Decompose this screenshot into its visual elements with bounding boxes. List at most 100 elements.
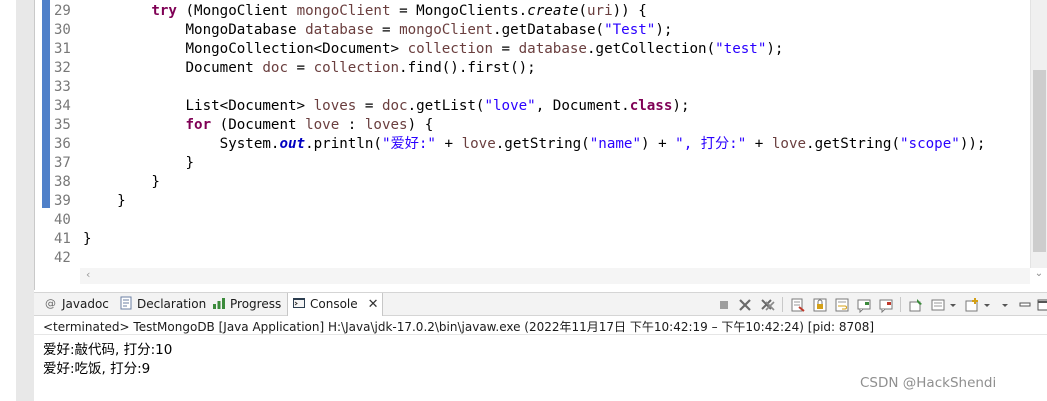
vertical-scroll-thumb[interactable]: [1033, 70, 1046, 252]
code-token: .getString(: [495, 136, 590, 152]
code-token: love: [305, 117, 340, 133]
code-token: mongoClient: [296, 3, 391, 19]
code-line[interactable]: List<Document> loves = doc.getList("love…: [83, 97, 689, 116]
code-token: for: [185, 117, 212, 133]
tab-javadoc[interactable]: @ Javadoc: [40, 293, 114, 316]
code-token: =: [493, 41, 519, 57]
editor-horizontal-scrollbar[interactable]: [80, 268, 1030, 284]
code-line[interactable]: try (MongoClient mongoClient = MongoClie…: [83, 2, 647, 21]
view-menu-icon[interactable]: [1000, 297, 1010, 313]
console-divider: [34, 334, 1047, 335]
code-token: .getCollection(: [586, 41, 716, 57]
code-token: "test": [715, 41, 767, 57]
javadoc-icon: @: [44, 295, 58, 310]
tab-progress[interactable]: Progress: [208, 293, 286, 316]
code-area[interactable]: try (MongoClient mongoClient = MongoClie…: [83, 0, 1028, 268]
line-number: 41: [54, 231, 71, 247]
code-line[interactable]: }: [83, 173, 160, 192]
code-token: .getString(: [806, 136, 901, 152]
show-on-error-icon[interactable]: [878, 297, 894, 313]
code-token: +: [746, 136, 772, 152]
tab-label: Console: [310, 297, 358, 311]
toolbar-separator: [782, 297, 783, 312]
progress-icon: [212, 295, 226, 309]
scroll-lock-icon[interactable]: [812, 297, 828, 313]
scroll-down-arrow-icon[interactable]: ⌄: [1033, 268, 1045, 282]
stop-icon[interactable]: [716, 297, 732, 313]
chevron-down-icon[interactable]: [982, 297, 992, 313]
code-token: (: [578, 3, 587, 19]
word-wrap-icon[interactable]: [834, 297, 850, 313]
code-token: }: [83, 231, 92, 247]
code-line[interactable]: }: [83, 154, 194, 173]
code-token: ) +: [640, 136, 676, 152]
show-on-output-icon[interactable]: [856, 297, 872, 313]
code-line[interactable]: MongoDatabase database = mongoClient.get…: [83, 21, 672, 40]
console-output-line: 爱好:吃饭, 打分:9: [43, 361, 151, 377]
code-token: collection: [313, 60, 400, 76]
code-token: loves: [364, 117, 408, 133]
remove-launch-icon[interactable]: [737, 297, 753, 313]
scroll-left-arrow-icon[interactable]: ‹: [86, 268, 90, 281]
code-token: .find().first();: [399, 60, 536, 76]
code-line[interactable]: for (Document love : loves) {: [83, 116, 434, 135]
line-number-gutter: 29 30 31 32 33 34 35 36 37 38 39 40 41 42: [50, 0, 80, 268]
code-token: List<Document>: [83, 98, 314, 114]
code-token: "Test": [604, 22, 656, 38]
close-icon[interactable]: ✕: [368, 294, 379, 316]
code-token: collection: [407, 41, 494, 57]
code-line[interactable]: System.out.println("爱好:" + love.getStrin…: [83, 135, 986, 154]
code-line[interactable]: }: [83, 230, 92, 249]
clear-console-icon[interactable]: [790, 297, 806, 313]
line-number: 29: [54, 3, 71, 19]
open-console-icon[interactable]: [964, 297, 980, 313]
code-token: System.: [83, 136, 280, 152]
code-line[interactable]: }: [83, 192, 126, 211]
line-number: 38: [54, 174, 71, 190]
code-token: try: [151, 3, 177, 19]
code-token: .println(: [305, 136, 382, 152]
code-token: MongoDatabase: [83, 22, 306, 38]
window-left-edge: [0, 0, 16, 401]
code-token: database: [305, 22, 374, 38]
line-number: 37: [54, 155, 71, 171]
code-token: .getDatabase(: [493, 22, 605, 38]
code-token: loves: [313, 98, 357, 114]
svg-text:@: @: [45, 297, 56, 310]
code-token: doc: [381, 98, 408, 114]
line-number: 30: [54, 22, 71, 38]
bottom-view-tab-bar: @ Javadoc Declaration Progress Console ✕: [34, 292, 1047, 317]
minimize-icon[interactable]: [1017, 297, 1033, 313]
maximize-icon[interactable]: [1035, 297, 1047, 313]
display-console-icon[interactable]: [930, 297, 946, 313]
tab-declaration[interactable]: Declaration: [115, 293, 207, 316]
line-number: 32: [54, 60, 71, 76]
code-token: database: [518, 41, 587, 57]
code-token: )) {: [612, 3, 647, 19]
editor-vertical-scrollbar[interactable]: [1030, 0, 1047, 268]
line-number: 42: [54, 250, 71, 266]
code-token: , Document.: [535, 98, 630, 114]
code-token: ) {: [407, 117, 434, 133]
code-token: uri: [587, 3, 613, 19]
code-token: }: [83, 174, 160, 190]
pin-console-icon[interactable]: [908, 297, 924, 313]
code-token: );: [655, 22, 673, 38]
line-number: 39: [54, 193, 71, 209]
code-token: = MongoClients.: [390, 3, 528, 19]
code-token: =: [356, 98, 382, 114]
chevron-down-icon[interactable]: [948, 297, 958, 313]
code-line[interactable]: MongoCollection<Document> collection = d…: [83, 40, 783, 59]
code-token: class: [629, 98, 673, 114]
code-line[interactable]: Document doc = collection.find().first()…: [83, 59, 536, 78]
tab-label: Javadoc: [62, 297, 109, 311]
remove-all-icon[interactable]: [760, 297, 776, 313]
workbench-left-trim: [16, 0, 34, 401]
tab-console[interactable]: Console ✕: [287, 293, 383, 317]
code-token: :: [339, 117, 365, 133]
code-token: (Document: [211, 117, 306, 133]
code-token: create: [527, 3, 579, 19]
code-token: love: [771, 136, 807, 152]
